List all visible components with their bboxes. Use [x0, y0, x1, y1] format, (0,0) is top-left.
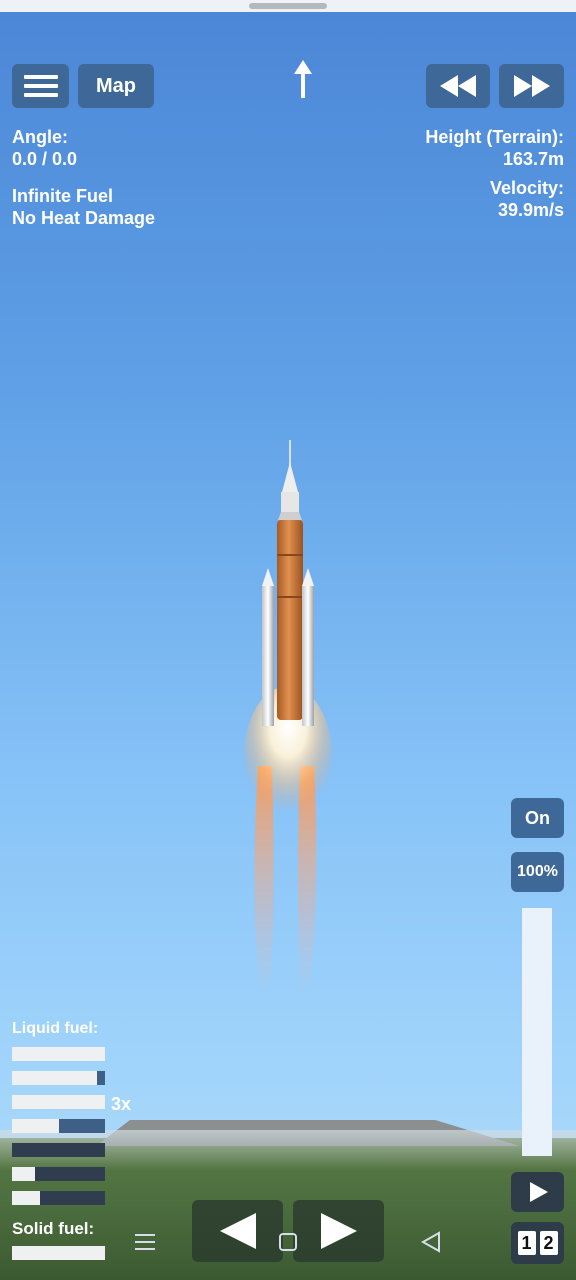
liquid-fuel-bar — [12, 1071, 105, 1085]
rocket — [244, 440, 332, 996]
liquid-fuel-label: Liquid fuel: — [12, 1020, 99, 1037]
liquid-fuel-bar — [12, 1047, 105, 1061]
throttle-slider[interactable] — [522, 908, 552, 1156]
throttle-percent-label: 100% — [517, 863, 558, 880]
rotate-left-button[interactable] — [192, 1200, 283, 1262]
solid-fuel-bar — [12, 1246, 105, 1260]
liquid-fuel-bar-fill — [12, 1191, 40, 1205]
infinite-fuel-text: Infinite Fuel — [12, 186, 113, 206]
stage-selector-button[interactable]: 1 2 — [511, 1222, 564, 1264]
velocity-label: Velocity: — [489, 178, 564, 198]
angle-value: 0.0 / 0.0 — [12, 149, 78, 169]
solid-fuel-label: Solid fuel: — [12, 1219, 95, 1238]
liquid-fuel-bar — [12, 1143, 105, 1157]
throttle-percent-button[interactable]: 100% — [511, 852, 564, 892]
status-bar — [0, 0, 576, 12]
notch-pill — [249, 3, 327, 9]
time-warp-button[interactable] — [499, 64, 564, 108]
fast-forward-icon — [513, 75, 550, 97]
velocity-value: 39.9m/s — [497, 200, 564, 220]
liquid-fuel-bar-empty — [58, 1119, 105, 1133]
stage-multiplier-label: 3x — [111, 1094, 132, 1114]
liquid-fuel-bar — [12, 1095, 105, 1109]
hamburger-icon — [23, 75, 58, 97]
no-heat-damage-text: No Heat Damage — [12, 208, 156, 228]
play-icon — [529, 1182, 548, 1202]
liquid-fuel-bar — [12, 1191, 105, 1205]
rotate-left-icon — [219, 1213, 256, 1249]
height-label: Height (Terrain): — [425, 127, 564, 147]
rotate-right-icon — [320, 1213, 357, 1249]
liquid-fuel-bar — [12, 1119, 105, 1133]
angle-label: Angle: — [12, 127, 68, 147]
sas-label: On — [525, 807, 550, 828]
map-button[interactable]: Map — [78, 64, 154, 108]
liquid-fuel-bar — [12, 1167, 105, 1181]
direction-arrow-icon — [294, 60, 312, 98]
rotate-right-button[interactable] — [293, 1200, 384, 1262]
liquid-fuel-bar-empty — [96, 1071, 105, 1085]
system-back-icon[interactable] — [420, 1230, 442, 1254]
sas-toggle-button[interactable]: On — [511, 798, 564, 838]
map-label: Map — [96, 74, 136, 97]
stage-digit-2: 2 — [539, 1231, 558, 1255]
system-home-icon[interactable] — [278, 1232, 298, 1252]
slow-motion-button[interactable] — [426, 64, 490, 108]
stage-play-button[interactable] — [511, 1172, 564, 1212]
liquid-fuel-bar-fill — [12, 1167, 36, 1181]
system-menu-icon[interactable] — [134, 1232, 156, 1252]
stage-digit-1: 1 — [517, 1231, 536, 1255]
menu-button[interactable] — [12, 64, 69, 108]
height-value: 163.7m — [502, 149, 564, 169]
rewind-icon — [440, 75, 476, 97]
